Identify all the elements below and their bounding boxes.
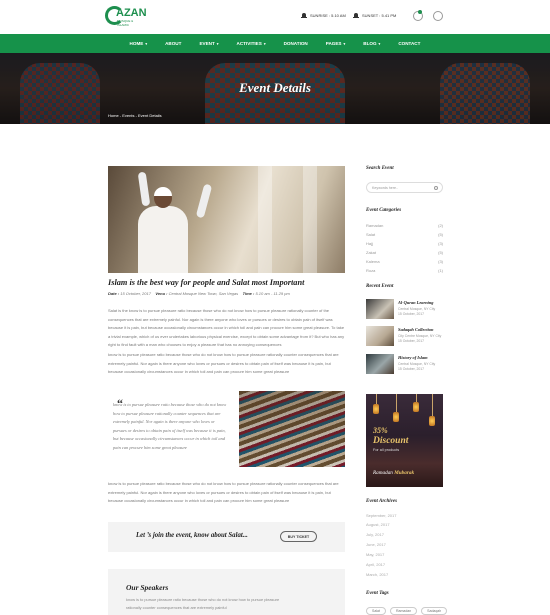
cta-text: Let ’s join the event, know about Salat.…	[136, 532, 248, 539]
pillar	[258, 166, 272, 273]
archive-item[interactable]: May, 2017	[366, 552, 384, 557]
category-item[interactable]: Roza (1)	[366, 268, 443, 277]
recent-title: Recent Event	[366, 284, 394, 289]
ad-discount: Discount	[373, 436, 409, 446]
tag[interactable]: Salat	[366, 607, 386, 615]
recent-event-item[interactable]: Sadaqah Collection City Centre Mosque, N…	[366, 326, 446, 348]
recent-event-thumbnail	[366, 354, 394, 374]
archive-item[interactable]: April, 2017	[366, 562, 385, 567]
recent-event-location: City Centre Mosque, NY City	[398, 334, 442, 338]
nav-item-donation[interactable]: DONATION	[275, 41, 317, 46]
archive-item[interactable]: September, 2017	[366, 513, 396, 518]
ad-for-all: For all products	[373, 448, 400, 452]
categories-title: Event Categories	[366, 208, 402, 213]
nav-item-pages[interactable]: PAGES ▾	[317, 41, 355, 46]
recent-event-location: Central Mosque, NY City	[398, 362, 436, 366]
breadcrumb[interactable]: Home - Events - Event Details	[108, 113, 162, 118]
search-placeholder: Keywords here..	[372, 186, 398, 190]
archive-item[interactable]: August, 2017	[366, 522, 390, 527]
prayer-cap	[154, 187, 172, 196]
post-paragraph: know is to pursue pleasure ratio because…	[108, 481, 339, 503]
nav-item-contact[interactable]: CONTACT	[389, 41, 429, 46]
recent-event-item[interactable]: Al-Quran Learning Central Mosque, NY Cit…	[366, 299, 446, 321]
lantern-icon	[413, 402, 419, 412]
recent-event-location: Central Mosque, NY City	[398, 307, 436, 311]
event-featured-image	[108, 166, 345, 273]
tags-title: Event Tags	[366, 591, 389, 596]
archive-item[interactable]: June, 2017	[366, 542, 386, 547]
nav-item-home[interactable]: HOME ▾	[121, 41, 157, 46]
archives-title: Event Archives	[366, 499, 398, 504]
recent-event-thumbnail	[366, 326, 394, 346]
recent-event-date: 15 October, 2017	[398, 339, 425, 343]
page-title: Event Details	[239, 80, 311, 95]
ad-percent: 35%	[373, 426, 388, 435]
category-item[interactable]: Ramadan (2)	[366, 223, 443, 232]
recent-event-title[interactable]: History of Islam	[398, 355, 428, 360]
blockquote: know is to pursue pleasure ratio because…	[113, 402, 227, 450]
lantern-icon	[393, 412, 399, 422]
lantern-icon	[429, 416, 435, 426]
lantern-icon	[373, 404, 379, 414]
praying-man	[138, 206, 188, 273]
nav-item-blog[interactable]: BLOG ▾	[354, 41, 389, 46]
nav-item-activities[interactable]: ACTIVITIES ▾	[228, 41, 275, 46]
tag-list: Salat Ramadan Sadaqah	[366, 607, 448, 615]
join-event-banner: Let ’s join the event, know about Salat.…	[108, 522, 345, 552]
ramadan-discount-ad[interactable]: 35% Discount For all products Ramadan Mu…	[366, 394, 443, 487]
sunrise-icon	[301, 13, 307, 18]
tag[interactable]: Sadaqah	[421, 607, 448, 615]
lamp-string	[396, 394, 397, 412]
category-item[interactable]: Zakat (5)	[366, 250, 443, 259]
lamp-string	[432, 394, 433, 416]
logo-subtitle: MOSQUE & ISLAMIC	[117, 19, 134, 27]
sunrise-text: SUNRISE : 5.10 AM	[310, 13, 346, 18]
search-title: Search Event	[366, 166, 394, 171]
post-paragraph: know is to pursue pleasure ratio because…	[108, 352, 339, 374]
post-title: Islam is the best way for people and Sal…	[108, 278, 305, 287]
search-icon[interactable]	[434, 186, 438, 190]
recent-event-thumbnail	[366, 299, 394, 319]
lamp-string	[416, 394, 417, 402]
raised-arm	[137, 171, 151, 207]
hero-banner: Event Details	[0, 53, 550, 124]
site-logo[interactable]: AZAN MOSQUE & ISLAMIC	[105, 6, 147, 30]
nav-item-event[interactable]: EVENT ▾	[190, 41, 227, 46]
tag[interactable]: Ramadan	[389, 607, 418, 615]
post-meta: Date : 15 October, 2017 Venu : Central M…	[108, 291, 290, 296]
sunset-text: SUNSET : 5.41 PM	[362, 13, 397, 18]
sunset-icon	[353, 13, 359, 18]
buy-ticket-button[interactable]: BUY TICKET	[280, 531, 317, 542]
ad-ramadan: Ramadan Mubarak	[373, 470, 415, 476]
recent-event-date: 15 October, 2017	[398, 312, 425, 316]
top-bar: AZAN MOSQUE & ISLAMIC SUNRISE : 5.10 AM …	[0, 0, 550, 34]
archive-item[interactable]: July, 2017	[366, 532, 384, 537]
pillar	[303, 166, 317, 273]
user-icon[interactable]	[433, 11, 443, 21]
prayer-rows-image	[239, 391, 345, 467]
category-item[interactable]: Salat (5)	[366, 232, 443, 241]
post-paragraph: Salat is the know is to pursue pleasure …	[108, 308, 345, 347]
speakers-section: Our Speakers know is to pursue pleasure …	[108, 569, 345, 615]
nav-item-about[interactable]: ABOUT	[156, 41, 190, 46]
category-item[interactable]: Hajj (3)	[366, 241, 443, 250]
search-input[interactable]: Keywords here..	[366, 182, 443, 193]
lamp-string	[376, 394, 377, 404]
category-item[interactable]: Kalema (3)	[366, 259, 443, 268]
raised-arm	[195, 183, 213, 219]
sunset-info: SUNSET : 5.41 PM	[353, 13, 396, 18]
logo-text: AZAN	[116, 7, 147, 19]
recent-event-title[interactable]: Sadaqah Collection	[398, 327, 434, 332]
recent-event-date: 15 October, 2017	[398, 367, 425, 371]
speakers-text: know is to pursue pleasure ratio because…	[126, 597, 280, 610]
sunrise-info: SUNRISE : 5.10 AM	[301, 13, 346, 18]
recent-event-item[interactable]: History of Islam Central Mosque, NY City…	[366, 354, 446, 376]
speakers-title: Our Speakers	[126, 583, 169, 592]
cart-badge	[418, 10, 422, 14]
archive-item[interactable]: March, 2017	[366, 572, 388, 577]
main-nav: HOME ▾ ABOUT EVENT ▾ ACTIVITIES ▾ DONATION …	[0, 34, 550, 53]
recent-event-title[interactable]: Al-Quran Learning	[398, 300, 434, 305]
